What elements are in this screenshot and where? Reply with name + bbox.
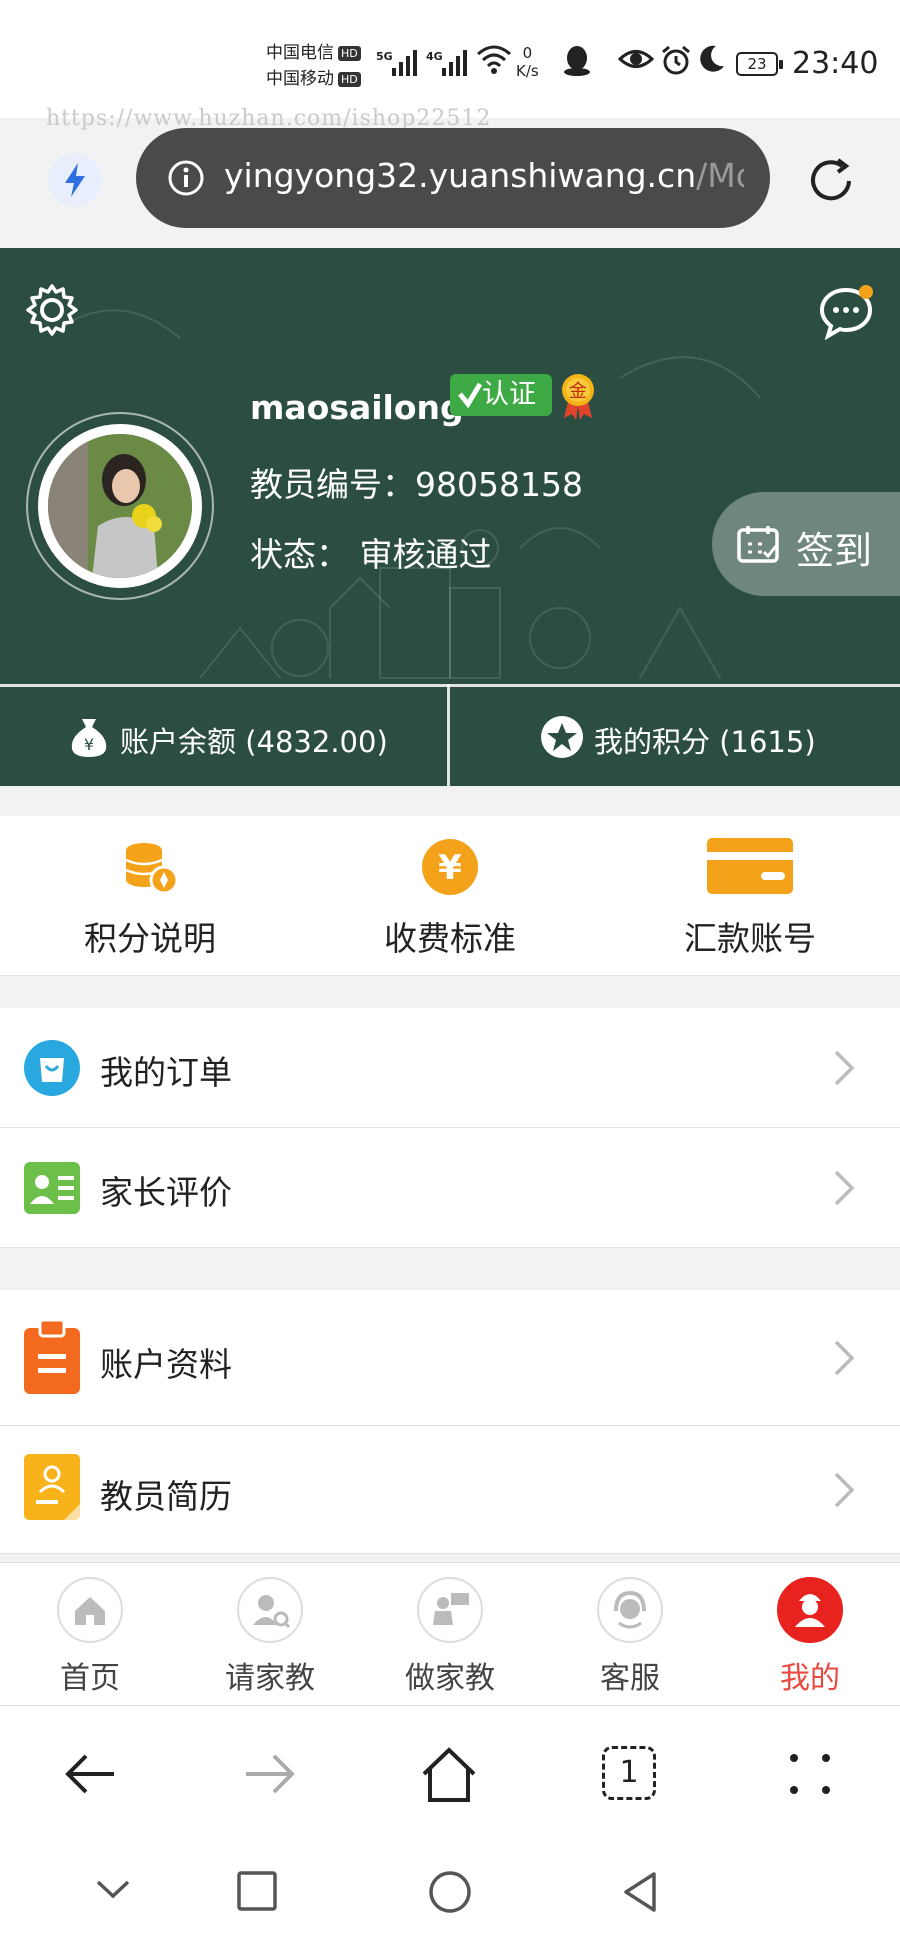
me-icon xyxy=(777,1577,843,1643)
yuan-icon: ¥ xyxy=(422,839,478,895)
tab-label: 请家教 xyxy=(225,1661,315,1696)
carrier-info: 中国电信 HD 中国移动 HD xyxy=(266,40,361,92)
card-icon xyxy=(707,838,793,894)
coins-icon xyxy=(125,843,179,895)
svg-text:金: 金 xyxy=(569,381,587,402)
chevron-right-icon xyxy=(834,1472,855,1508)
contact-card-icon xyxy=(24,1162,80,1214)
qq-icon xyxy=(564,46,590,76)
chevron-right-icon xyxy=(834,1170,855,1206)
tab-find-tutor[interactable]: 请家教 xyxy=(180,1563,360,1707)
bottom-tab-bar: 首页 请家教 做家教 客服 我的 xyxy=(0,1562,900,1706)
menu-label: 我的订单 xyxy=(100,1053,232,1092)
system-nav-bar xyxy=(0,1846,900,1950)
carrier-1: 中国电信 xyxy=(266,43,334,63)
settings-gear-icon[interactable] xyxy=(24,282,80,338)
avatar[interactable] xyxy=(38,424,202,588)
app-page: 中国电信 HD 中国移动 HD 5G 4G 0 K/s 23 23:40 htt… xyxy=(0,0,900,1950)
chevron-right-icon xyxy=(834,1050,855,1086)
find-tutor-icon xyxy=(237,1577,303,1643)
chevron-down-icon[interactable] xyxy=(94,1870,132,1908)
menu-item-teacher-resume[interactable]: 教员简历 xyxy=(0,1426,900,1554)
url-text[interactable]: yingyong32.yuanshiwang.cn/Mobi xyxy=(224,156,744,195)
resume-icon xyxy=(24,1454,80,1520)
review-status: 状态： 审核通过 xyxy=(250,535,492,574)
wifi-icon xyxy=(477,45,511,74)
money-bag-icon: ¥ xyxy=(71,719,107,757)
star-icon xyxy=(541,716,583,758)
tab-label: 我的 xyxy=(780,1661,840,1696)
svg-text:¥: ¥ xyxy=(84,735,94,754)
teach-icon xyxy=(417,1577,483,1643)
my-points[interactable]: 我的积分 (1615) xyxy=(450,687,900,786)
clock: 23:40 xyxy=(792,46,879,81)
headset-icon xyxy=(597,1577,663,1643)
quick-link-points-info[interactable]: 积分说明 xyxy=(0,816,300,976)
tab-be-tutor[interactable]: 做家教 xyxy=(360,1563,540,1707)
menu-item-my-orders[interactable]: 我的订单 xyxy=(0,1008,900,1128)
back-arrow-icon[interactable] xyxy=(62,1746,118,1802)
battery-icon: 23 xyxy=(736,52,783,76)
home-icon xyxy=(57,1577,123,1643)
browser-toolbar: 1 xyxy=(0,1706,900,1846)
profile-header: maosailong 认证 金 教员编号：98058158 状态： 审核通过 签… xyxy=(0,248,900,786)
teacher-number: 教员编号：98058158 xyxy=(250,465,583,504)
back-triangle-icon[interactable] xyxy=(620,1870,660,1914)
username: maosailong xyxy=(250,388,464,427)
check-icon xyxy=(458,382,483,409)
tab-label: 做家教 xyxy=(405,1661,495,1696)
tab-label: 客服 xyxy=(600,1661,660,1696)
quick-link-label: 汇款账号 xyxy=(684,919,816,958)
alarm-icon xyxy=(662,45,690,75)
avatar-photo xyxy=(48,434,192,578)
home-circle-icon[interactable] xyxy=(428,1870,472,1914)
account-balance[interactable]: ¥ 账户余额 (4832.00) xyxy=(0,687,447,786)
message-icon[interactable] xyxy=(818,284,878,340)
hd-badge: HD xyxy=(338,71,361,87)
menu-item-parent-reviews[interactable]: 家长评价 xyxy=(0,1128,900,1248)
tabs-switcher-button[interactable]: 1 xyxy=(602,1746,656,1800)
reload-icon[interactable] xyxy=(804,154,858,208)
info-icon[interactable] xyxy=(166,158,206,198)
quick-link-fee-standard[interactable]: ¥ 收费标准 xyxy=(300,816,600,976)
sign-in-button[interactable]: 签到 xyxy=(712,492,900,596)
quick-links: 积分说明 ¥ 收费标准 汇款账号 xyxy=(0,816,900,976)
bag-icon xyxy=(24,1040,80,1096)
sign-in-label: 签到 xyxy=(796,529,873,573)
menu-label: 家长评价 xyxy=(100,1173,232,1212)
moon-icon xyxy=(700,45,724,72)
hd-badge: HD xyxy=(338,45,361,61)
menu-group-orders: 我的订单 家长评价 xyxy=(0,1008,900,1248)
quick-link-label: 收费标准 xyxy=(384,919,516,958)
verified-badge: 认证 xyxy=(450,374,552,416)
clipboard-icon xyxy=(24,1320,80,1394)
bolt-icon[interactable] xyxy=(48,153,102,207)
balance-label: 账户余额 (4832.00) xyxy=(120,725,388,759)
carrier-2: 中国移动 xyxy=(266,69,334,89)
calendar-icon xyxy=(737,526,779,563)
more-menu-icon[interactable] xyxy=(786,1746,834,1802)
net-speed: 0 K/s xyxy=(516,44,539,80)
status-bar: 中国电信 HD 中国移动 HD 5G 4G 0 K/s 23 23:40 xyxy=(0,0,900,118)
menu-label: 教员简历 xyxy=(100,1477,232,1516)
home-icon[interactable] xyxy=(420,1746,478,1804)
eye-icon xyxy=(618,50,654,68)
menu-group-account: 账户资料 教员简历 xyxy=(0,1290,900,1554)
forward-arrow-icon[interactable] xyxy=(242,1746,298,1802)
address-bar[interactable]: yingyong32.yuanshiwang.cn/Mobi xyxy=(136,128,770,228)
tab-customer-service[interactable]: 客服 xyxy=(540,1563,720,1707)
menu-item-account-info[interactable]: 账户资料 xyxy=(0,1290,900,1426)
quick-link-label: 积分说明 xyxy=(84,919,216,958)
svg-text:¥: ¥ xyxy=(438,848,462,888)
tab-mine[interactable]: 我的 xyxy=(720,1563,900,1707)
menu-label: 账户资料 xyxy=(100,1345,232,1384)
chevron-right-icon xyxy=(834,1340,855,1376)
gold-medal-icon: 金 xyxy=(562,374,594,420)
tab-home[interactable]: 首页 xyxy=(0,1563,180,1707)
recents-square-icon[interactable] xyxy=(236,1870,278,1912)
points-label: 我的积分 (1615) xyxy=(594,725,816,759)
quick-link-remit-account[interactable]: 汇款账号 xyxy=(600,816,900,976)
tab-label: 首页 xyxy=(60,1661,120,1696)
